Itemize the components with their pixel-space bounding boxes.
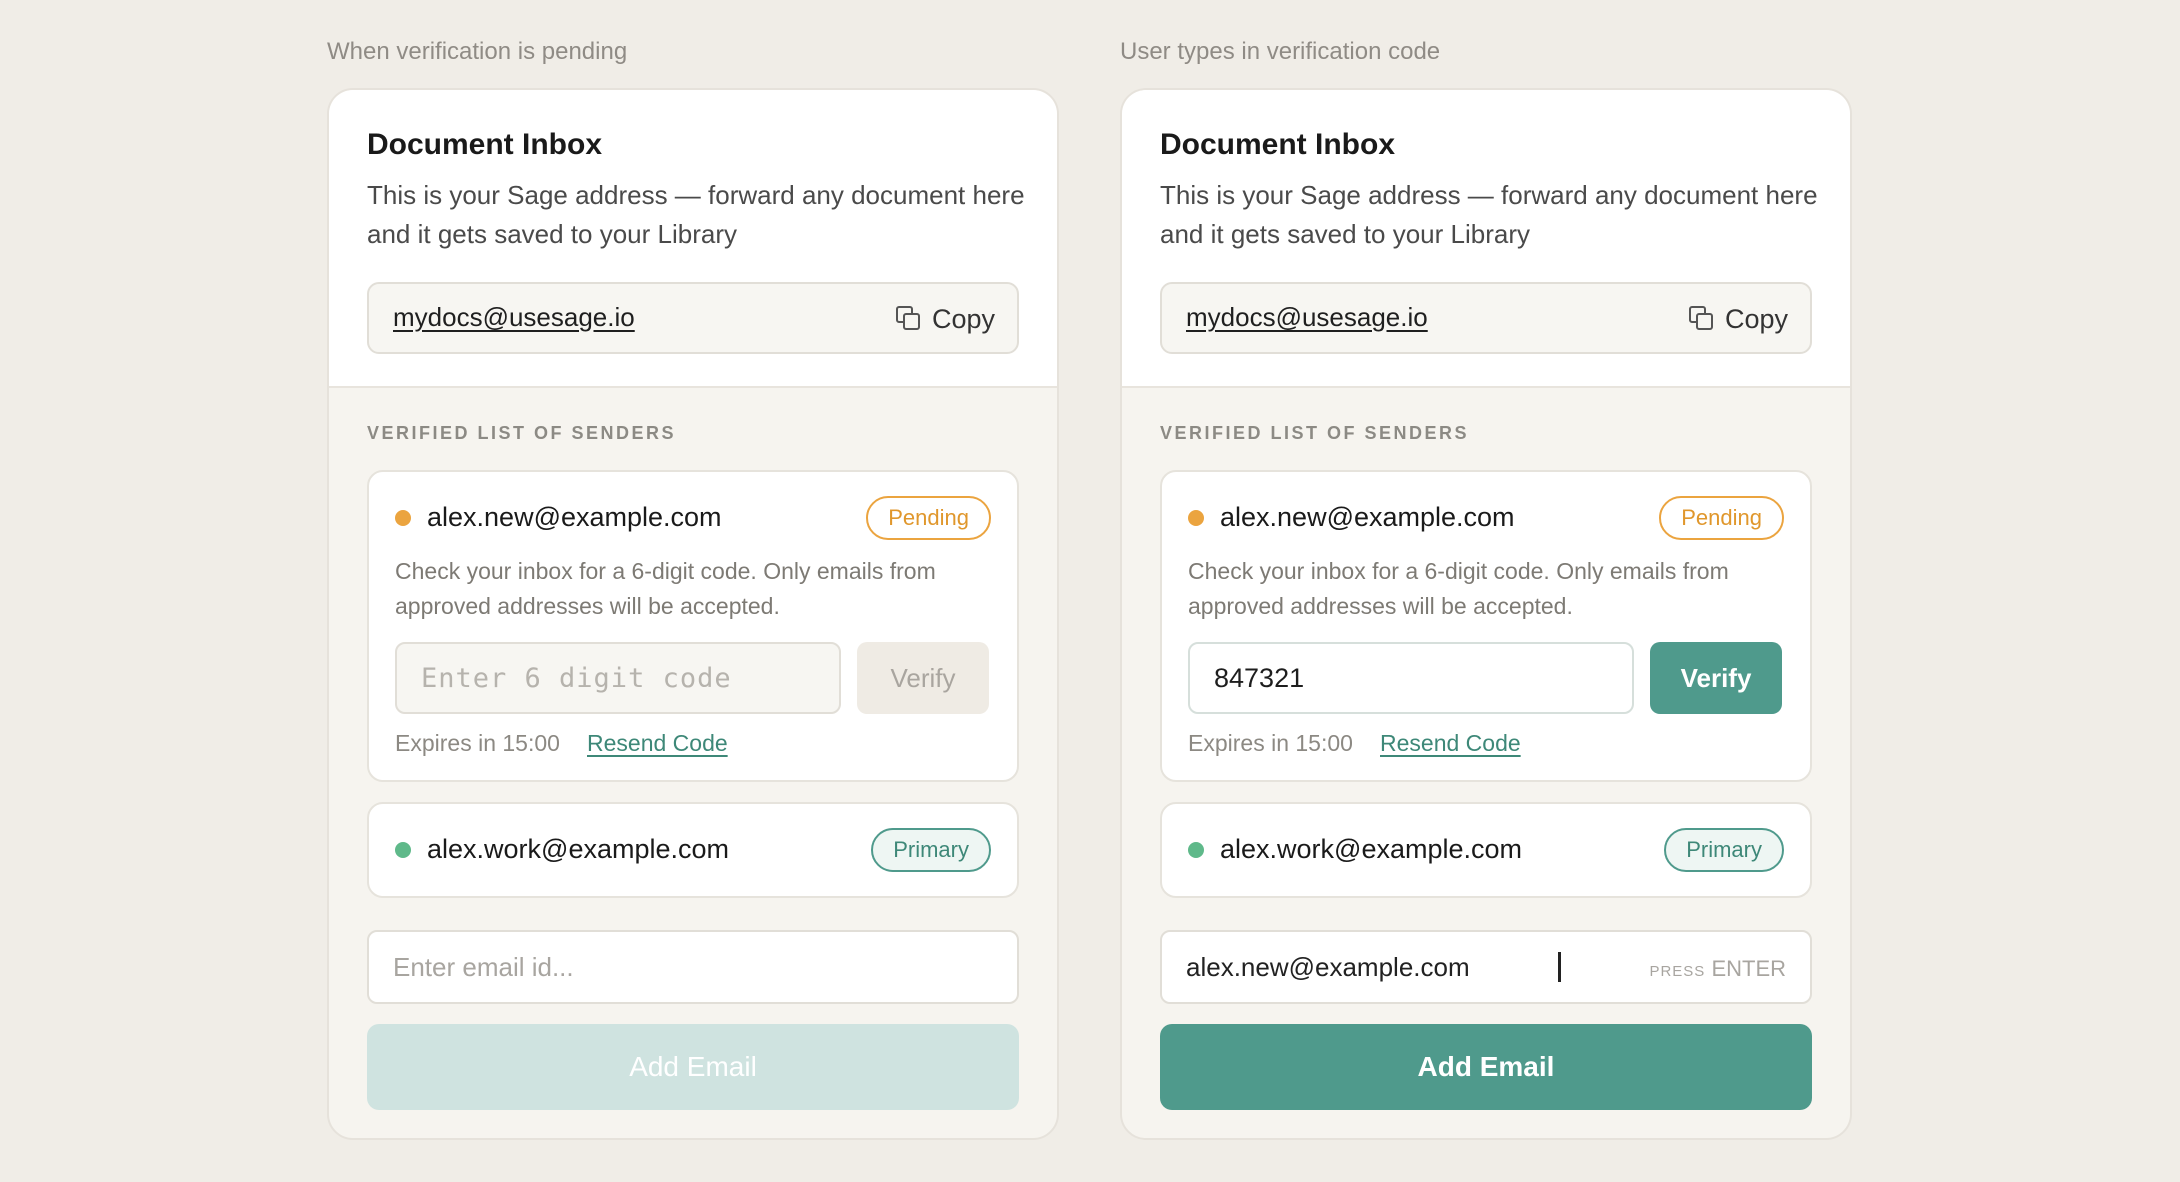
status-badge-primary: Primary xyxy=(1664,828,1784,872)
primary-status-dot xyxy=(1188,842,1204,858)
sender-card-pending: alex.new@example.com Pending Check your … xyxy=(367,470,1019,782)
email-value: alex.new@example.com xyxy=(1186,951,1470,982)
page-title: Document Inbox xyxy=(367,128,603,161)
inbox-address-box: mydocs@usesage.io Copy xyxy=(367,282,1019,354)
email-placeholder: Enter email id... xyxy=(393,951,574,982)
verification-hint: Check your inbox for a 6-digit code. Onl… xyxy=(395,558,936,619)
status-badge-pending: Pending xyxy=(866,496,991,540)
code-placeholder: Enter 6 digit code xyxy=(421,662,732,694)
sender-email: alex.new@example.com xyxy=(427,502,722,532)
copy-label: Copy xyxy=(931,303,995,334)
press-hint-key: ENTER xyxy=(1711,956,1786,981)
inbox-header-section: Document Inbox This is your Sage address… xyxy=(329,90,1057,388)
text-cursor xyxy=(1558,952,1561,982)
email-field[interactable]: Enter email id... xyxy=(367,930,1019,1004)
verify-button[interactable]: Verify xyxy=(857,642,989,714)
add-email-button[interactable]: Add Email xyxy=(367,1024,1019,1110)
sender-card-primary: alex.work@example.com Primary xyxy=(367,802,1019,898)
section-label: VERIFIED LIST OF SENDERS xyxy=(1160,423,1470,443)
section-label: VERIFIED LIST OF SENDERS xyxy=(367,423,677,443)
inbox-address-link[interactable]: mydocs@usesage.io xyxy=(393,302,635,333)
sender-email: alex.work@example.com xyxy=(1220,834,1523,864)
code-value: 847321 xyxy=(1214,662,1305,693)
sender-card-pending: alex.new@example.com Pending Check your … xyxy=(1160,470,1812,782)
resend-code-link[interactable]: Resend Code xyxy=(587,730,728,757)
sender-email: alex.new@example.com xyxy=(1220,502,1515,532)
verification-code-input[interactable]: 847321 xyxy=(1188,642,1634,714)
copy-label: Copy xyxy=(1724,303,1788,334)
inbox-card: Document Inbox This is your Sage address… xyxy=(327,88,1059,1140)
copy-button[interactable]: Copy xyxy=(895,298,995,340)
verify-button[interactable]: Verify xyxy=(1650,642,1782,714)
inbox-description: This is your Sage address — forward any … xyxy=(367,180,1025,249)
verification-code-input[interactable]: Enter 6 digit code xyxy=(395,642,841,714)
press-enter-hint: PRESS ENTER xyxy=(1649,956,1786,982)
inbox-card: Document Inbox This is your Sage address… xyxy=(1120,88,1852,1140)
add-email-button[interactable]: Add Email xyxy=(1160,1024,1812,1110)
panel-caption: When verification is pending xyxy=(327,38,628,65)
primary-status-dot xyxy=(395,842,411,858)
expiry-timer: Expires in 15:00 xyxy=(1188,730,1353,756)
inbox-address-box: mydocs@usesage.io Copy xyxy=(1160,282,1812,354)
sender-card-primary: alex.work@example.com Primary xyxy=(1160,802,1812,898)
pending-status-dot xyxy=(395,510,411,526)
resend-code-link[interactable]: Resend Code xyxy=(1380,730,1521,757)
verification-hint: Check your inbox for a 6-digit code. Onl… xyxy=(1188,558,1729,619)
inbox-address-link[interactable]: mydocs@usesage.io xyxy=(1186,302,1428,333)
page-title: Document Inbox xyxy=(1160,128,1396,161)
copy-icon xyxy=(1688,306,1715,332)
inbox-description: This is your Sage address — forward any … xyxy=(1160,180,1818,249)
status-badge-pending: Pending xyxy=(1659,496,1784,540)
copy-icon xyxy=(895,306,922,332)
expiry-timer: Expires in 15:00 xyxy=(395,730,560,756)
copy-button[interactable]: Copy xyxy=(1688,298,1788,340)
panel-caption: User types in verification code xyxy=(1120,38,1441,65)
sender-email: alex.work@example.com xyxy=(427,834,730,864)
pending-status-dot xyxy=(1188,510,1204,526)
status-badge-primary: Primary xyxy=(871,828,991,872)
press-hint-small: PRESS xyxy=(1649,963,1706,980)
inbox-header-section: Document Inbox This is your Sage address… xyxy=(1122,90,1850,388)
email-field[interactable]: alex.new@example.com PRESS ENTER xyxy=(1160,930,1812,1004)
